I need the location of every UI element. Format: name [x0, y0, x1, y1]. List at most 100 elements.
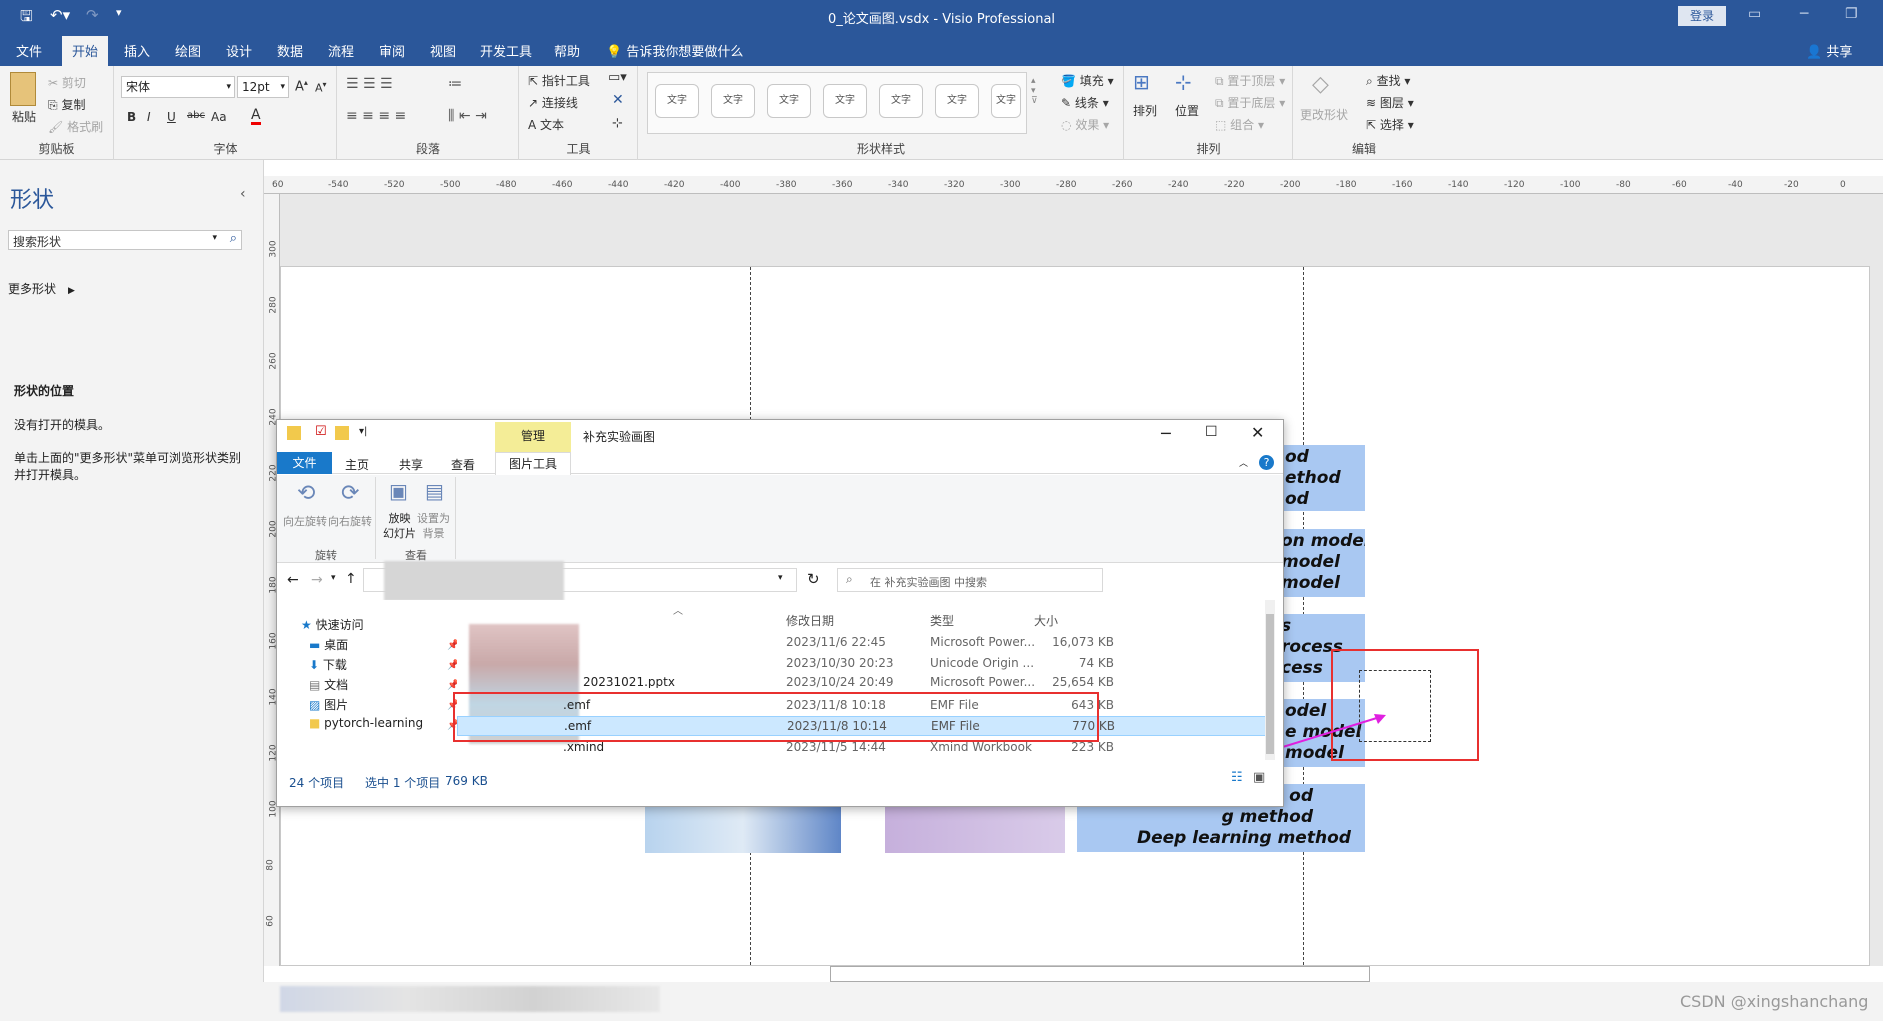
gallery-scroll-icon[interactable]: ▴ ▾ ⊽ — [1031, 76, 1038, 106]
tab-file[interactable]: 文件 — [277, 452, 332, 474]
italic-button[interactable]: I — [147, 110, 151, 124]
arrange-icon[interactable]: ⊞ — [1133, 70, 1150, 94]
tab-view[interactable]: 视图 — [430, 41, 456, 60]
column-header-date[interactable]: 修改日期 — [786, 612, 834, 629]
search-icon[interactable]: ⌕ — [230, 231, 237, 246]
rotate-left-icon[interactable]: ⟲ — [297, 481, 315, 506]
bullets-icon[interactable]: ≔ — [448, 76, 462, 92]
style-swatch[interactable]: 文字 — [935, 84, 979, 118]
column-header-size[interactable]: 大小 — [1034, 612, 1058, 629]
style-swatch[interactable]: 文字 — [879, 84, 923, 118]
arrange-button[interactable]: 排列 — [1133, 102, 1157, 119]
restore-icon[interactable]: ❐ — [1845, 6, 1858, 22]
slideshow-button[interactable]: 放映 幻灯片 — [383, 511, 416, 541]
tab-view[interactable]: 查看 — [451, 456, 475, 473]
set-background-button[interactable]: 设置为 背景 — [417, 511, 450, 541]
tab-help[interactable]: 帮助 — [554, 41, 580, 60]
group-button[interactable]: ⬚ 组合 ▾ — [1215, 116, 1264, 133]
send-to-back-button[interactable]: ⧉ 置于底层 ▾ — [1215, 94, 1285, 111]
large-icons-view-icon[interactable]: ▣ — [1253, 770, 1265, 785]
table-row[interactable]: 2023/11/6 22:45 Microsoft Power... 16,07… — [457, 632, 1273, 652]
set-background-icon[interactable]: ▤ — [425, 479, 444, 503]
slideshow-icon[interactable]: ▣ — [389, 479, 408, 503]
tab-design[interactable]: 设计 — [226, 41, 252, 60]
font-name-select[interactable]: 宋体 ▾ — [121, 76, 235, 98]
tab-process[interactable]: 流程 — [328, 41, 354, 60]
style-swatch[interactable]: 文字 — [767, 84, 811, 118]
tab-data[interactable]: 数据 — [277, 41, 303, 60]
paste-icon[interactable] — [10, 72, 36, 106]
nav-item-downloads[interactable]: ⬇ 下载 — [309, 656, 347, 673]
context-tab-manage[interactable]: 管理 — [495, 422, 571, 452]
position-button[interactable]: 位置 — [1175, 102, 1199, 119]
connector-button[interactable]: ↗ 连接线 — [528, 94, 578, 111]
layers-button[interactable]: ≋ 图层 ▾ — [1366, 94, 1414, 111]
scrollbar-thumb[interactable] — [1266, 614, 1274, 754]
bold-button[interactable]: B — [127, 110, 136, 124]
bring-to-front-button[interactable]: ⧉ 置于顶层 ▾ — [1215, 72, 1285, 89]
refresh-icon[interactable]: ↻ — [807, 570, 820, 588]
position-icon[interactable]: ⊹ — [1175, 70, 1192, 94]
nav-item-pictures[interactable]: ▨ 图片 — [309, 696, 348, 713]
help-icon[interactable]: ? — [1259, 455, 1274, 470]
chevron-down-icon[interactable]: ▾ — [778, 573, 783, 583]
change-shape-button[interactable]: 更改形状 — [1300, 106, 1348, 123]
effects-button[interactable]: ◌ 效果 ▾ — [1061, 116, 1109, 133]
text-direction-icon[interactable]: ⫼ ⇤ ⇥ — [448, 108, 487, 124]
line-button[interactable]: ✎ 线条 ▾ — [1061, 94, 1109, 111]
change-shape-icon[interactable]: ◇ — [1312, 72, 1329, 97]
share-button[interactable]: 👤 共享 — [1806, 41, 1852, 60]
style-swatch[interactable]: 文字 — [655, 84, 699, 118]
minimize-icon[interactable]: ─ — [1800, 6, 1808, 22]
table-row[interactable]: 2023/10/30 20:23 Unicode Origin ... 74 K… — [457, 653, 1273, 673]
tab-home[interactable]: 主页 — [345, 456, 369, 473]
address-bar[interactable]: ▾ — [363, 561, 797, 601]
tab-developer[interactable]: 开发工具 — [480, 41, 532, 60]
select-button[interactable]: ⇱ 选择 ▾ — [1366, 116, 1414, 133]
up-arrow-icon[interactable]: ↑ — [345, 571, 357, 587]
login-button[interactable]: 登录 — [1678, 6, 1726, 26]
pointer-tool-button[interactable]: ⇱ 指针工具 — [528, 72, 590, 89]
file-explorer-window[interactable]: ☑ ▾| 管理 补充实验画图 ─ ☐ ✕ 文件 主页 共享 查看 图片工具 ︿ … — [276, 419, 1284, 807]
change-case-button[interactable]: Aa — [211, 110, 227, 124]
grow-font-icon[interactable]: A▴ — [295, 78, 308, 94]
font-size-select[interactable]: 12pt ▾ — [237, 76, 289, 98]
diagram-box[interactable]: on model model model — [1281, 529, 1365, 597]
nav-item-quick-access[interactable]: ★ 快速访问 — [301, 616, 364, 633]
tab-picture-tools[interactable]: 图片工具 — [495, 452, 571, 475]
shape-search-input[interactable]: 搜索形状 ▾ ⌕ — [8, 230, 242, 250]
back-arrow-icon[interactable]: ← — [287, 572, 299, 588]
close-icon[interactable]: ✕ — [1251, 423, 1264, 442]
forward-arrow-icon[interactable]: → — [311, 572, 323, 588]
chevron-down-icon[interactable]: ▾ — [212, 233, 217, 243]
align-top-icon[interactable]: ☰ ☰ ☰ — [346, 76, 393, 92]
properties-icon[interactable]: ☑ — [315, 424, 327, 439]
minimize-icon[interactable]: ─ — [1161, 424, 1171, 443]
ribbon-display-icon[interactable]: ▭ — [1748, 6, 1761, 22]
table-row[interactable]: 20231021.pptx 2023/10/24 20:49 Microsoft… — [457, 674, 1273, 688]
align-left-icon[interactable]: ≡ ≡ ≡ ≡ — [346, 108, 406, 124]
paste-button[interactable]: 粘贴 — [12, 108, 36, 125]
style-swatch[interactable]: 文字 — [991, 84, 1021, 118]
tab-share[interactable]: 共享 — [399, 456, 423, 473]
tab-review[interactable]: 审阅 — [379, 41, 405, 60]
collapse-ribbon-icon[interactable]: ︿ — [1239, 456, 1248, 469]
cut-button[interactable]: ✂ 剪切 — [48, 74, 86, 91]
strikethrough-button[interactable]: abc — [187, 110, 205, 121]
tab-draw[interactable]: 绘图 — [175, 41, 201, 60]
new-folder-icon[interactable] — [335, 426, 349, 440]
close-x-icon[interactable]: ✕ — [612, 92, 624, 108]
connection-point-icon[interactable]: ⊹ — [612, 116, 623, 131]
tab-home[interactable]: 开始 — [62, 36, 109, 69]
tab-file[interactable]: 文件 — [16, 41, 42, 60]
column-header-type[interactable]: 类型 — [930, 612, 954, 629]
copy-button[interactable]: ⎘ 复制 — [48, 96, 85, 113]
fill-button[interactable]: 🪣 填充 ▾ — [1061, 72, 1114, 89]
shrink-font-icon[interactable]: A▾ — [315, 80, 327, 95]
style-swatch[interactable]: 文字 — [711, 84, 755, 118]
nav-item-documents[interactable]: ▤ 文档 — [309, 676, 348, 693]
rectangle-icon[interactable]: ▭▾ — [608, 70, 627, 85]
format-painter-button[interactable]: 🖌 格式刷 — [48, 118, 103, 135]
details-view-icon[interactable]: ☷ — [1231, 770, 1243, 785]
underline-button[interactable]: U — [167, 110, 176, 124]
